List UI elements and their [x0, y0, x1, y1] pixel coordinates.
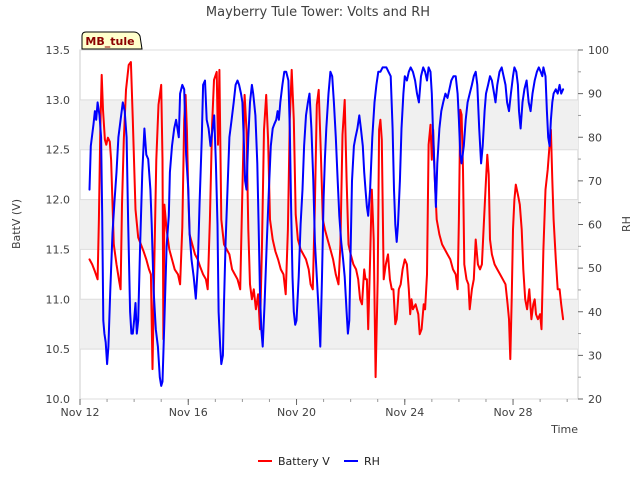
y-left-tick-label: 13.0 — [46, 94, 71, 107]
station-badge-text: MB_tule — [85, 35, 134, 48]
y-left-tick-label: 12.0 — [46, 194, 71, 207]
chart-title: Mayberry Tule Tower: Volts and RH — [206, 5, 430, 20]
y-left-tick-label: 10.0 — [46, 393, 71, 406]
y-right-tick-label: 30 — [588, 349, 602, 362]
x-axis-label: Time — [550, 423, 578, 436]
y-left-tick-label: 12.5 — [46, 144, 71, 157]
y-axis-left: 10.0 10.5 11.0 11.5 12.0 12.5 13.0 13.5 — [46, 44, 71, 406]
y-right-tick-label: 80 — [588, 131, 602, 144]
legend: Battery V RH — [258, 455, 380, 468]
x-tick-label: Nov 20 — [277, 406, 316, 419]
y-right-tick-label: 100 — [588, 44, 609, 57]
x-tick-label: Nov 28 — [494, 406, 533, 419]
x-tick-label: Nov 12 — [61, 406, 100, 419]
legend-label-rh: RH — [364, 455, 380, 468]
y-left-tick-label: 13.5 — [46, 44, 71, 57]
chart-canvas: Mayberry Tule Tower: Volts and RH Nov 12… — [10, 5, 633, 468]
y-right-tick-label: 90 — [588, 88, 602, 101]
x-tick-label: Nov 16 — [169, 406, 208, 419]
legend-label-battery: Battery V — [278, 455, 330, 468]
y-left-tick-label: 11.0 — [46, 293, 71, 306]
x-tick-label: Nov 24 — [385, 406, 424, 419]
y-left-tick-label: 11.5 — [46, 243, 71, 256]
y-left-tick-label: 10.5 — [46, 343, 71, 356]
y-axis-left-label: BattV (V) — [10, 199, 23, 249]
y-right-tick-label: 70 — [588, 175, 602, 188]
background-band — [80, 99, 578, 150]
y-right-tick-label: 40 — [588, 306, 602, 319]
y-right-tick-label: 20 — [588, 393, 602, 406]
station-badge: MB_tule — [81, 31, 143, 50]
y-right-tick-label: 60 — [588, 219, 602, 232]
y-axis-right: 20 30 40 50 60 70 80 90 100 — [578, 44, 609, 406]
y-axis-right-label: RH — [620, 216, 633, 232]
x-axis: Nov 12 Nov 16 Nov 20 Nov 24 Nov 28 — [61, 399, 568, 419]
y-right-tick-label: 50 — [588, 262, 602, 275]
